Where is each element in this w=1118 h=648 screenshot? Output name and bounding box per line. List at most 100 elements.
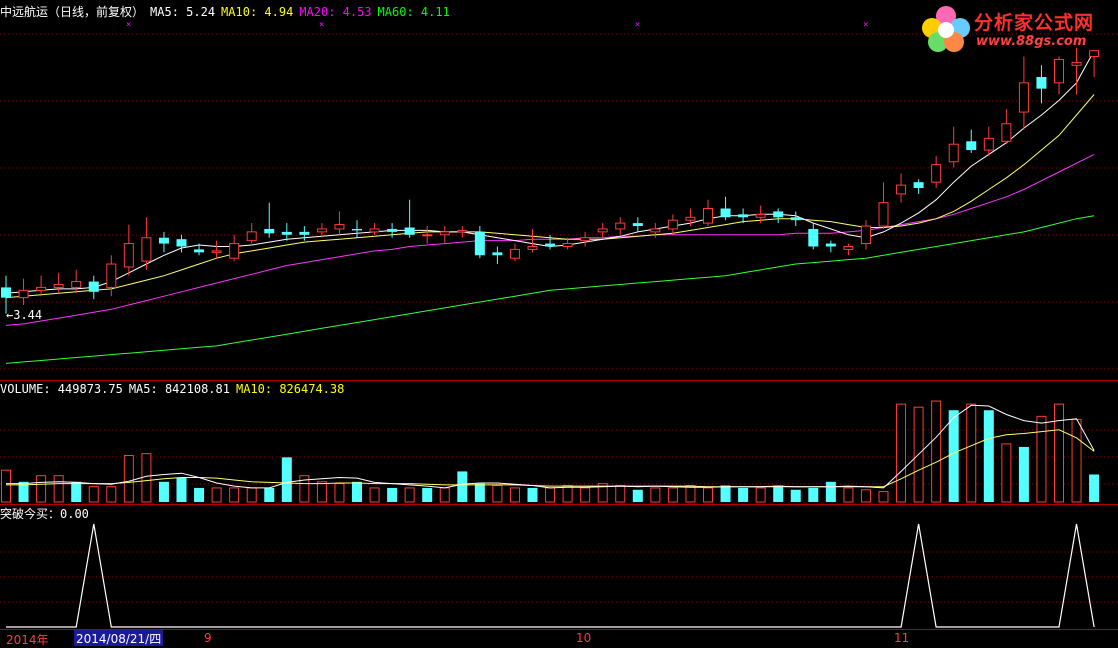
candle-up <box>983 137 994 151</box>
volume-bar-up <box>123 455 134 503</box>
candle-up <box>685 216 696 221</box>
volume-bar-down <box>194 487 205 502</box>
volume-bar-down <box>71 481 82 502</box>
volume-bar-up <box>860 489 871 503</box>
month-label-11: 11 <box>894 631 910 645</box>
candle-up <box>667 219 678 230</box>
candle-up <box>106 263 117 288</box>
volume-bar-down <box>527 487 538 502</box>
volume-bar-up <box>36 475 47 503</box>
candle-down <box>808 228 819 247</box>
candle-up <box>896 184 907 195</box>
candle-up <box>422 234 433 237</box>
volume-bar-up <box>1054 403 1064 503</box>
candle-down <box>545 243 556 247</box>
candle-up <box>334 224 345 230</box>
candle-up <box>878 202 889 227</box>
candle-up <box>615 222 626 230</box>
logo-name: 分析家公式网 <box>974 12 1095 34</box>
candle-up <box>53 283 64 288</box>
candle-up <box>369 228 380 233</box>
volume-bar-up <box>88 486 99 503</box>
volume-bar-up <box>509 487 520 503</box>
candle-up <box>509 248 520 259</box>
flower-logo-icon <box>922 6 970 52</box>
logo-url: www.88gs.com <box>976 34 1087 49</box>
volume-bar-up <box>580 487 591 503</box>
volume-ma10-line <box>6 429 1095 488</box>
candle-down <box>281 231 292 235</box>
candle-down <box>404 227 415 235</box>
candle-down <box>352 228 362 231</box>
volume-bar-down <box>1089 474 1100 502</box>
kline-chart[interactable]: × × × × <box>0 0 1118 630</box>
candle-up <box>457 229 468 233</box>
candle-down <box>158 237 169 244</box>
candle-down <box>492 252 503 256</box>
volume-bar-down <box>790 489 801 502</box>
volume-bar-down <box>264 487 275 502</box>
candle-down <box>720 208 731 218</box>
candle-up <box>36 286 47 291</box>
date-axis: 2014年 2014/08/21/四 9 10 11 <box>0 630 1118 648</box>
volume-bar-up <box>615 484 626 503</box>
candle-up <box>931 164 942 183</box>
volume-bar-down <box>983 410 994 502</box>
volume-bar-up <box>334 483 345 503</box>
candle-up <box>527 245 538 250</box>
candle-up <box>1054 58 1064 84</box>
candle-down <box>1 287 11 298</box>
volume-bar-up <box>545 487 556 503</box>
candle-up <box>562 243 573 247</box>
volume-bar-up <box>896 403 907 503</box>
candle-up <box>18 289 29 299</box>
candle-down <box>790 217 801 221</box>
volume-bar-up <box>1036 415 1047 503</box>
candle-up <box>703 207 713 224</box>
volume-bar-up <box>755 487 766 503</box>
candle-down <box>387 228 398 232</box>
candle-up <box>843 245 854 250</box>
volume-bar-down <box>457 471 468 502</box>
candle-up <box>71 281 82 288</box>
candle-down <box>738 214 749 218</box>
volume-bar-up <box>369 487 380 503</box>
candle-down <box>632 223 643 227</box>
ma5-line <box>5 50 1095 294</box>
selected-date[interactable]: 2014/08/21/四 <box>74 630 164 646</box>
volume-bar-up <box>562 484 573 503</box>
candle-down <box>773 211 784 218</box>
volume-bar-up <box>1071 418 1082 503</box>
volume-bar-up <box>650 487 661 503</box>
volume-bar-down <box>176 477 187 502</box>
candle-up <box>755 213 766 218</box>
volume-bar-down <box>387 487 398 502</box>
volume-bar-down <box>720 485 731 502</box>
candle-up <box>597 228 608 233</box>
candle-up <box>439 231 450 236</box>
volume-bar-up <box>211 487 222 503</box>
volume-bar-up <box>404 487 415 503</box>
volume-ma5-line <box>6 404 1095 489</box>
candle-up <box>141 237 152 262</box>
volume-bar-up <box>667 487 678 503</box>
candle-up <box>316 228 327 233</box>
volume-bar-up <box>685 484 696 503</box>
candle-down <box>474 231 485 256</box>
volume-bar-up <box>439 487 450 503</box>
candle-up <box>860 225 871 245</box>
volume-bar-up <box>1001 443 1012 503</box>
volume-bar-down <box>632 489 643 502</box>
volume-bar-up <box>966 403 977 503</box>
candle-down <box>194 249 205 253</box>
candle-up <box>580 237 591 242</box>
signal-marker: × <box>863 20 868 30</box>
volume-bar-up <box>1 469 11 503</box>
candle-up <box>246 231 257 242</box>
volume-bar-up <box>141 453 152 503</box>
month-label-9: 9 <box>204 631 212 645</box>
volume-bar-down <box>474 483 485 502</box>
volume-bar-down <box>948 410 959 502</box>
volume-bar-up <box>246 487 257 503</box>
candle-down <box>88 281 99 292</box>
